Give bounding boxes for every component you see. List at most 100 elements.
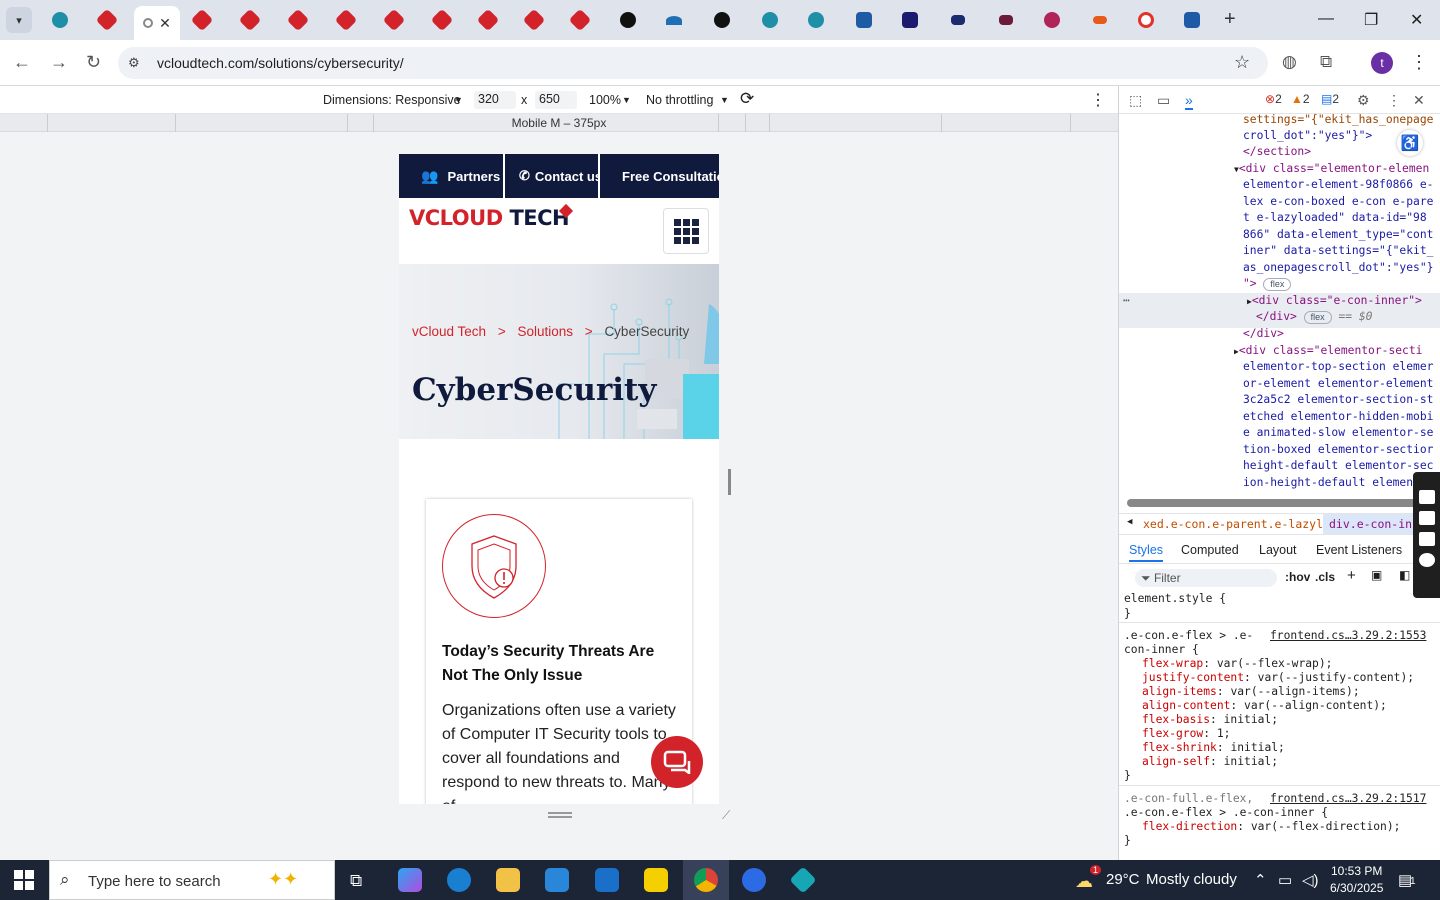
nav-free-consultation[interactable]: Free Consultation (600, 154, 719, 198)
close-devtools-icon[interactable]: ✕ (1413, 92, 1425, 109)
bookmark-star-icon[interactable]: ☆ (1234, 52, 1250, 73)
copilot-icon[interactable] (398, 868, 422, 892)
dom-line[interactable]: or-element elementor-element (1243, 376, 1440, 392)
menu-grid-button[interactable] (663, 208, 709, 254)
dom-line[interactable]: e animated-slow elementor-se (1243, 425, 1440, 441)
weather-icon[interactable]: ☁ (1075, 871, 1093, 892)
css-property[interactable]: flex-shrink: initial; (1142, 741, 1285, 755)
window-icon[interactable] (1418, 532, 1435, 546)
chrome-app-active[interactable] (683, 860, 729, 900)
dom-line[interactable]: ▼<div class="elementor-elemen (1234, 161, 1440, 178)
throttling-dropdown[interactable]: No throttling (646, 93, 713, 107)
reload-icon[interactable]: ↻ (86, 52, 101, 73)
device-toggle-icon[interactable]: ▭ (1157, 92, 1170, 109)
tab[interactable] (324, 6, 368, 34)
omnibox[interactable]: ⚙ vcloudtech.com/solutions/cybersecurity… (118, 47, 1268, 79)
dom-line[interactable]: height-default elementor-sec (1243, 458, 1440, 474)
tab[interactable] (38, 6, 82, 34)
dom-line[interactable]: "> flex (1243, 276, 1440, 292)
maximize-button[interactable]: ❐ (1364, 10, 1378, 30)
cls-toggle[interactable]: .cls (1315, 570, 1335, 584)
dom-line[interactable]: lex e-con-boxed e-con e-pare (1243, 194, 1440, 210)
tab[interactable] (558, 6, 602, 34)
windows-start-icon[interactable] (14, 870, 34, 890)
css-property[interactable]: flex-wrap: var(--flex-wrap); (1142, 657, 1332, 671)
site-info-icon[interactable]: ⚙ (128, 55, 140, 71)
sticky-notes-icon[interactable] (644, 868, 668, 892)
settings-gear-icon[interactable] (1418, 553, 1435, 567)
ruler-segment[interactable] (941, 114, 1070, 132)
tab[interactable] (936, 6, 980, 34)
tab-computed[interactable]: Computed (1181, 543, 1239, 557)
more-tabs-icon[interactable]: » (1185, 92, 1193, 110)
tab[interactable] (700, 6, 744, 34)
tab[interactable] (228, 6, 272, 34)
translate-icon[interactable]: ◍ (1282, 52, 1297, 72)
browser-menu-icon[interactable]: ⋮ (1410, 52, 1428, 73)
mail-icon[interactable] (595, 868, 619, 892)
tab[interactable] (1078, 6, 1122, 34)
system-clock[interactable]: 10:53 PM 6/30/2025 (1330, 863, 1383, 897)
store-icon[interactable] (545, 868, 569, 892)
css-property[interactable]: flex-grow: 1; (1142, 727, 1230, 741)
ruler-segment[interactable] (769, 114, 941, 132)
dom-line[interactable]: ▶<div class="elementor-secti (1234, 343, 1440, 360)
tab[interactable] (888, 6, 932, 34)
css-property[interactable]: flex-direction: var(--flex-direction); (1142, 820, 1400, 834)
corner-resize-handle[interactable]: ⟋ (722, 808, 730, 823)
styles-filter-input[interactable]: ⏷ Filter (1135, 569, 1277, 587)
new-rule-icon[interactable]: + (1347, 567, 1356, 584)
dom-line[interactable]: </div> (1243, 326, 1440, 342)
element-style-rule[interactable]: element.style { (1124, 592, 1226, 606)
edge-icon[interactable] (447, 868, 471, 892)
crumbs-scroll-left-icon[interactable]: ◀ (1127, 517, 1132, 527)
height-input[interactable]: 650 (535, 91, 577, 109)
dom-line[interactable]: settings="{"ekit_has_onepage (1243, 114, 1440, 128)
extensions-icon[interactable]: ⧉ (1320, 52, 1332, 72)
flex-badge[interactable]: flex (1303, 311, 1332, 324)
tab[interactable] (180, 6, 224, 34)
css-property[interactable]: flex-basis: initial; (1142, 713, 1278, 727)
ruler-segment[interactable] (718, 114, 745, 132)
ruler-segment[interactable] (745, 114, 769, 132)
forward-icon[interactable]: → (50, 52, 68, 73)
dom-line[interactable]: elementor-top-section elemer (1243, 359, 1440, 375)
file-explorer-icon[interactable] (496, 868, 520, 892)
source-link[interactable]: frontend.cs…3.29.2:1553 (1270, 629, 1426, 643)
tab-search-button[interactable]: ▾ (6, 7, 32, 33)
tab[interactable] (85, 6, 129, 34)
more-options-icon[interactable]: ⋮ (1090, 90, 1106, 110)
ruler-segment[interactable] (347, 114, 373, 132)
dom-line[interactable]: elementor-element-98f0866 e- (1243, 177, 1440, 193)
nav-partners[interactable]: 👥 Partners (399, 154, 505, 198)
url-text[interactable]: vcloudtech.com/solutions/cybersecurity/ (157, 55, 404, 71)
ruler-segment[interactable] (175, 114, 347, 132)
tab[interactable] (1124, 6, 1168, 34)
width-input[interactable]: 320 (474, 91, 516, 109)
sidebar-toggle-icon[interactable]: ◧ (1399, 568, 1410, 582)
dom-line[interactable]: t e-lazyloaded" data-id="98 (1243, 210, 1440, 226)
viewport-resize-handle[interactable] (728, 469, 731, 495)
tab[interactable] (842, 6, 886, 34)
back-icon[interactable]: ← (13, 52, 31, 73)
tab-event-listeners[interactable]: Event Listeners (1316, 543, 1402, 557)
chat-button[interactable] (651, 736, 703, 788)
network-icon[interactable]: ▭ (1278, 871, 1292, 889)
css-property[interactable]: align-items: var(--align-items); (1142, 685, 1360, 699)
profile-avatar[interactable]: t (1371, 52, 1393, 74)
ruler-segment[interactable] (1070, 114, 1118, 132)
app-icon[interactable] (789, 866, 817, 894)
vcloudtech-logo[interactable]: VCLOUD TECH (409, 203, 579, 240)
ruler-segment[interactable] (47, 114, 175, 132)
dom-line[interactable]: iner" data-settings="{"ekit_ (1243, 243, 1440, 259)
breadcrumb-solutions[interactable]: Solutions (517, 324, 573, 339)
taskbar-search[interactable]: ⌕ Type here to search ✦✦ (49, 860, 335, 900)
tab-active[interactable]: ✕ (134, 6, 180, 40)
tab[interactable] (1170, 6, 1214, 34)
css-property[interactable]: align-content: var(--align-content); (1142, 699, 1387, 713)
tab[interactable] (748, 6, 792, 34)
close-tab-icon[interactable]: ✕ (159, 15, 171, 32)
dom-line[interactable]: 3c2a5c2 elementor-section-st (1243, 392, 1440, 408)
minimize-button[interactable]: — (1318, 10, 1334, 28)
dom-line[interactable]: tion-boxed elementor-sectior (1243, 442, 1440, 458)
